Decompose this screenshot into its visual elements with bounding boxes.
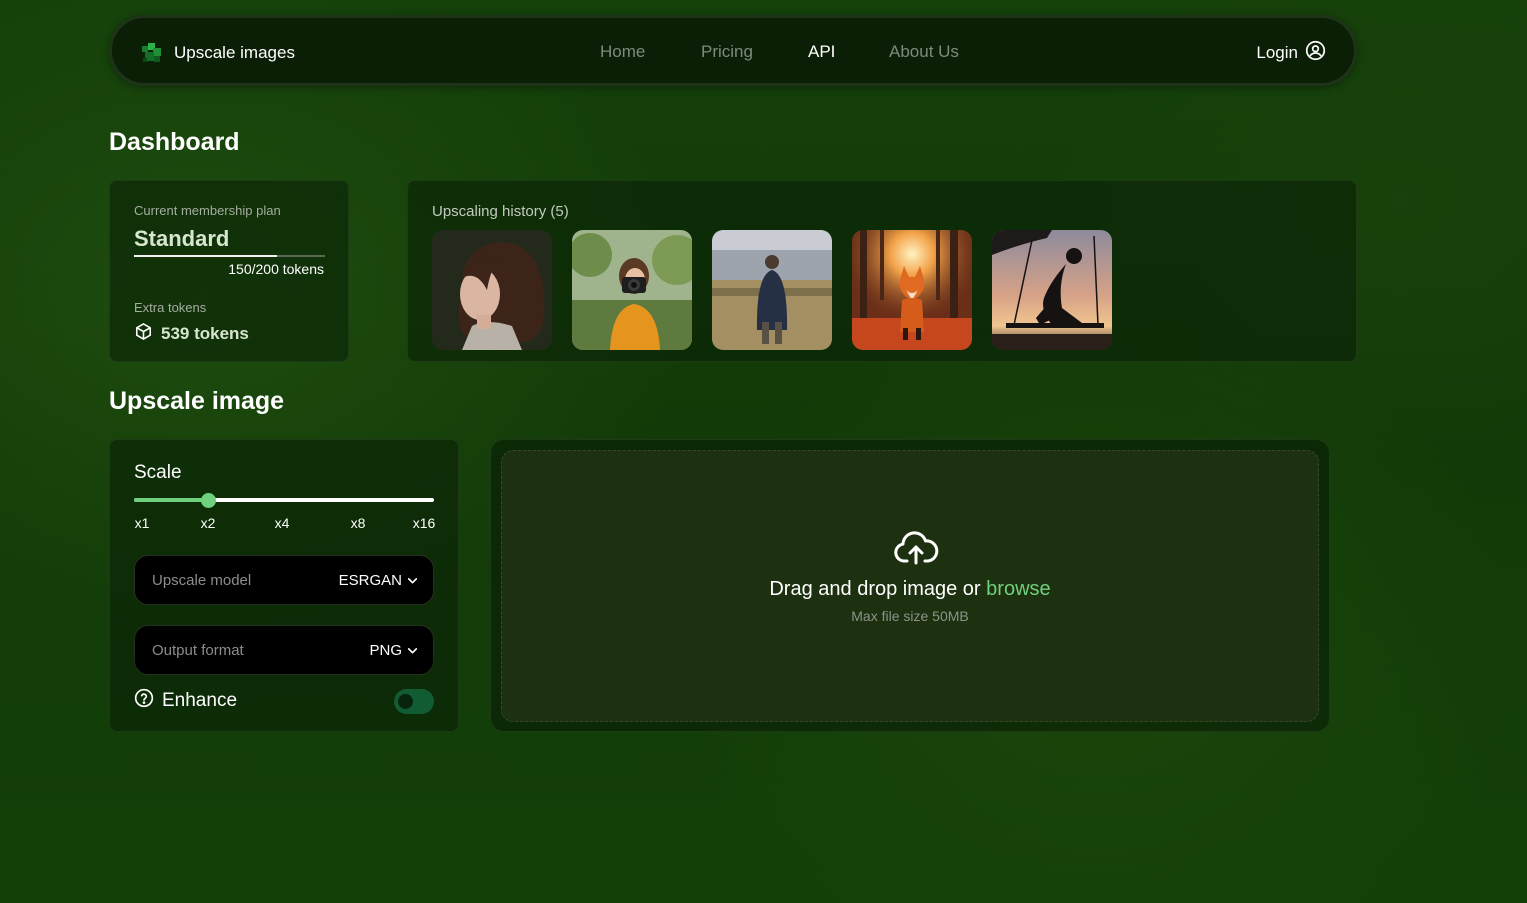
enhance-row: Enhance [134, 688, 237, 713]
dropzone-prompt: Drag and drop image or [769, 578, 987, 600]
extra-tokens-row: 539 tokens [134, 322, 249, 346]
nav-link-api[interactable]: API [808, 42, 835, 62]
output-format-value-wrap: PNG [369, 642, 419, 659]
login-button[interactable]: Login [1256, 40, 1326, 66]
nav-link-home[interactable]: Home [600, 42, 645, 62]
scale-slider-fill [134, 498, 208, 502]
user-circle-icon [1305, 40, 1326, 66]
history-thumb-swing-silhouette[interactable] [992, 230, 1112, 350]
cube-icon [134, 322, 153, 346]
extra-tokens-label: Extra tokens [134, 300, 207, 315]
output-format-value: PNG [369, 642, 402, 659]
token-progress-fill [134, 255, 278, 257]
output-format-label: Output format [152, 642, 244, 659]
history-card: Upscaling history (5) [407, 180, 1357, 362]
upscale-model-select[interactable]: Upscale model ESRGAN [134, 555, 434, 605]
scale-label: Scale [134, 462, 182, 483]
extra-tokens-value: 539 tokens [161, 324, 249, 343]
upscale-heading: Upscale image [109, 387, 285, 415]
help-circle-icon[interactable] [134, 688, 154, 713]
plan-label: Current membership plan [134, 203, 281, 218]
enhance-toggle-knob [398, 694, 413, 709]
scale-slider-thumb[interactable] [201, 493, 216, 508]
nav-link-pricing[interactable]: Pricing [701, 42, 753, 62]
history-thumb-photographer[interactable] [572, 230, 692, 350]
output-format-select[interactable]: Output format PNG [134, 625, 434, 675]
history-thumbnails [432, 230, 1112, 350]
chevron-down-icon [407, 648, 418, 654]
plan-tokens: 150/200 tokens [228, 261, 324, 277]
history-thumb-man-field[interactable] [712, 230, 832, 350]
image-dropzone[interactable]: Drag and drop image or browse Max file s… [501, 450, 1319, 722]
chevron-down-icon [407, 578, 418, 584]
max-file-size-note: Max file size 50MB [851, 608, 969, 624]
scale-tick-x1[interactable]: x1 [135, 515, 150, 531]
upscale-settings-card: Scale x1 x2 x4 x8 x16 Upscale model ESRG… [109, 439, 459, 732]
enhance-label: Enhance [162, 689, 238, 711]
history-title: Upscaling history (5) [432, 203, 569, 220]
nav-links: Home Pricing API About Us [112, 18, 1354, 83]
upscale-model-value-wrap: ESRGAN [339, 572, 419, 589]
login-label: Login [1256, 43, 1298, 62]
scale-slider[interactable] [134, 493, 434, 508]
upload-card: Drag and drop image or browse Max file s… [490, 439, 1330, 732]
scale-tick-x2[interactable]: x2 [201, 515, 216, 531]
browse-link[interactable]: browse [986, 578, 1050, 600]
plan-name: Standard [134, 226, 230, 251]
dashboard-heading: Dashboard [109, 128, 240, 156]
token-progress-bar [134, 255, 325, 257]
cloud-upload-icon [893, 530, 939, 571]
upscale-model-label: Upscale model [152, 572, 252, 589]
upscale-model-value: ESRGAN [338, 572, 402, 589]
enhance-toggle[interactable] [394, 689, 434, 714]
scale-tick-x8[interactable]: x8 [351, 515, 366, 531]
history-thumb-fox-forest[interactable] [852, 230, 972, 350]
nav-link-about-us[interactable]: About Us [889, 42, 959, 62]
top-navbar: Upscale images Home Pricing API About Us… [109, 15, 1357, 86]
scale-ticks: x1 x2 x4 x8 x16 [134, 515, 438, 533]
membership-card: Current membership plan Standard 150/200… [109, 180, 349, 362]
scale-tick-x4[interactable]: x4 [275, 515, 290, 531]
scale-tick-x16[interactable]: x16 [413, 515, 436, 531]
history-thumb-girl-profile[interactable] [432, 230, 552, 350]
dropzone-text: Drag and drop image or browse [502, 578, 1318, 601]
